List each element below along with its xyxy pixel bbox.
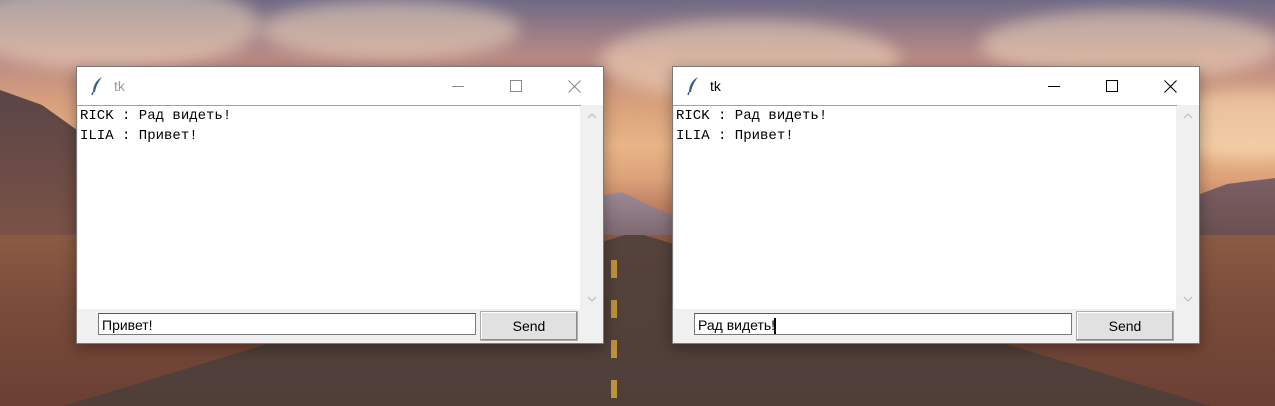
close-button[interactable] [545,67,603,105]
feather-icon [687,77,698,96]
message-input[interactable]: Привет! [98,313,476,335]
scroll-up-button[interactable] [582,106,602,126]
maximize-button[interactable] [487,67,545,105]
maximize-icon [510,80,522,92]
message-input[interactable]: Рад видеть! [694,313,1072,335]
window-title: tk [710,78,721,94]
minimize-button[interactable] [1025,67,1083,105]
minimize-icon [452,86,464,87]
maximize-icon [1106,80,1118,92]
minimize-button[interactable] [429,67,487,105]
chat-log[interactable]: RICK : Рад видеть! ILIA : Привет! [674,106,1176,309]
title-bar[interactable]: tk [77,67,603,105]
window-controls [1025,67,1199,105]
text-caret [774,318,777,335]
close-icon [567,79,581,93]
input-bar: Рад видеть! Send [673,309,1199,343]
close-icon [1163,79,1177,93]
mountain [1195,178,1275,238]
chat-window-1[interactable]: tk RICK : Рад видеть! ILIA : Привет! При… [76,66,604,344]
scroll-up-button[interactable] [1178,106,1198,126]
maximize-button[interactable] [1083,67,1141,105]
chevron-down-icon [587,296,597,302]
chat-message: ILIA : Привет! [676,128,794,144]
vertical-scrollbar[interactable] [582,106,602,309]
chat-log[interactable]: RICK : Рад видеть! ILIA : Привет! [78,106,580,309]
window-title: tk [114,78,125,94]
cloud [0,0,260,70]
input-bar: Привет! Send [77,309,603,343]
chevron-up-icon [587,113,597,119]
close-button[interactable] [1141,67,1199,105]
send-button[interactable]: Send [1076,311,1174,341]
title-bar[interactable]: tk [673,67,1199,105]
send-button[interactable]: Send [480,311,578,341]
chat-message: ILIA : Привет! [80,128,198,144]
vertical-scrollbar[interactable] [1178,106,1198,309]
chat-message: RICK : Рад видеть! [80,108,232,124]
scroll-down-button[interactable] [582,289,602,309]
road-center-line [611,260,617,406]
message-input-value: Привет! [102,317,153,333]
chevron-down-icon [1183,296,1193,302]
scroll-down-button[interactable] [1178,289,1198,309]
window-controls [429,67,603,105]
chat-window-2[interactable]: tk RICK : Рад видеть! ILIA : Привет! Рад… [672,66,1200,344]
chat-message: RICK : Рад видеть! [676,108,828,124]
minimize-icon [1048,86,1060,87]
cloud [260,0,520,60]
message-input-value: Рад видеть! [698,317,776,333]
feather-icon [91,77,102,96]
chevron-up-icon [1183,113,1193,119]
